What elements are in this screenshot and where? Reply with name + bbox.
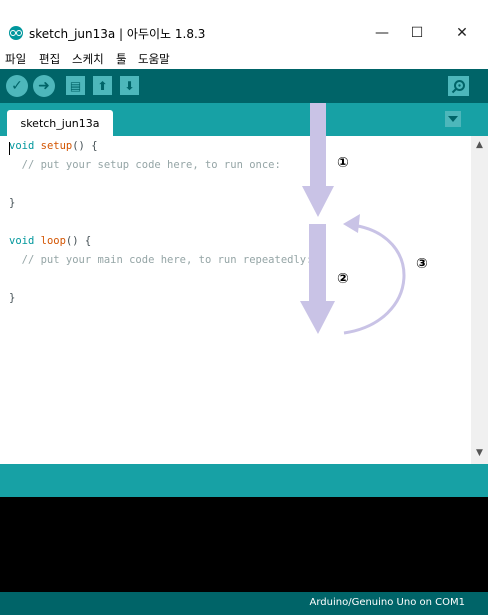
arduino-logo-icon	[9, 26, 23, 40]
chevron-down-icon	[448, 116, 458, 122]
code-line-4: }	[9, 197, 16, 209]
scroll-down-icon[interactable]: ▼	[471, 446, 488, 460]
new-button[interactable]: ▤	[66, 76, 85, 95]
code-line-9: }	[9, 292, 16, 304]
minimize-button[interactable]: —	[367, 21, 397, 45]
menu-sketch[interactable]: 스케치	[72, 51, 104, 67]
new-file-icon: ▤	[69, 78, 82, 93]
function-name: loop	[40, 235, 66, 247]
code-line-7: // put your main code here, to run repea…	[9, 254, 313, 266]
editor-scrollbar[interactable]: ▲ ▼	[471, 136, 488, 464]
function-name: setup	[40, 140, 73, 152]
save-button[interactable]: ⬇	[120, 76, 139, 95]
toolbar: ✓ ➜ ▤ ⬆ ⬇	[0, 69, 488, 103]
keyword: void	[9, 140, 35, 152]
maximize-button[interactable]: ☐	[402, 21, 432, 45]
verify-button[interactable]: ✓	[6, 75, 28, 97]
text-cursor	[9, 142, 10, 155]
menu-tools[interactable]: 툴	[116, 51, 127, 67]
menu-bar: 파일 편집 스케치 툴 도움말	[0, 48, 488, 68]
menu-help[interactable]: 도움말	[138, 51, 170, 67]
tab-bar: sketch_jun13a	[0, 103, 488, 136]
code-text: () {	[72, 140, 98, 152]
title-bar: sketch_jun13a | 아두이노 1.8.3 — ☐ ✕	[0, 18, 488, 48]
code-text: () {	[65, 235, 92, 247]
tab-label: sketch_jun13a	[20, 116, 100, 130]
window-title: sketch_jun13a | 아두이노 1.8.3	[29, 27, 206, 41]
arrow-down-icon: ⬇	[124, 78, 135, 93]
arrow-up-icon: ⬆	[97, 78, 108, 93]
message-bar	[0, 464, 488, 497]
code-line-2: // put your setup code here, to run once…	[9, 159, 281, 171]
scroll-up-icon[interactable]: ▲	[471, 138, 488, 152]
keyword: void	[9, 235, 35, 247]
magnifier-icon	[451, 79, 465, 93]
menu-file[interactable]: 파일	[5, 51, 26, 67]
tab-sketch[interactable]: sketch_jun13a	[7, 110, 113, 136]
arrow-right-icon: ➜	[38, 78, 50, 94]
code-line-6: void loop() {	[9, 235, 91, 247]
open-button[interactable]: ⬆	[93, 76, 112, 95]
code-line-1: void setup() {	[9, 140, 98, 152]
console-output[interactable]	[0, 497, 488, 592]
code-editor[interactable]	[0, 136, 471, 464]
menu-edit[interactable]: 편집	[39, 51, 60, 67]
upload-button[interactable]: ➜	[33, 75, 55, 97]
board-status: Arduino/Genuino Uno on COM1	[309, 597, 466, 608]
close-button[interactable]: ✕	[447, 21, 477, 45]
check-icon: ✓	[11, 78, 23, 94]
status-bar: Arduino/Genuino Uno on COM1	[0, 592, 488, 615]
arduino-ide-window: sketch_jun13a | 아두이노 1.8.3 — ☐ ✕ 파일 편집 스…	[0, 0, 488, 615]
serial-monitor-button[interactable]	[448, 76, 469, 96]
tab-menu-button[interactable]	[445, 111, 461, 127]
